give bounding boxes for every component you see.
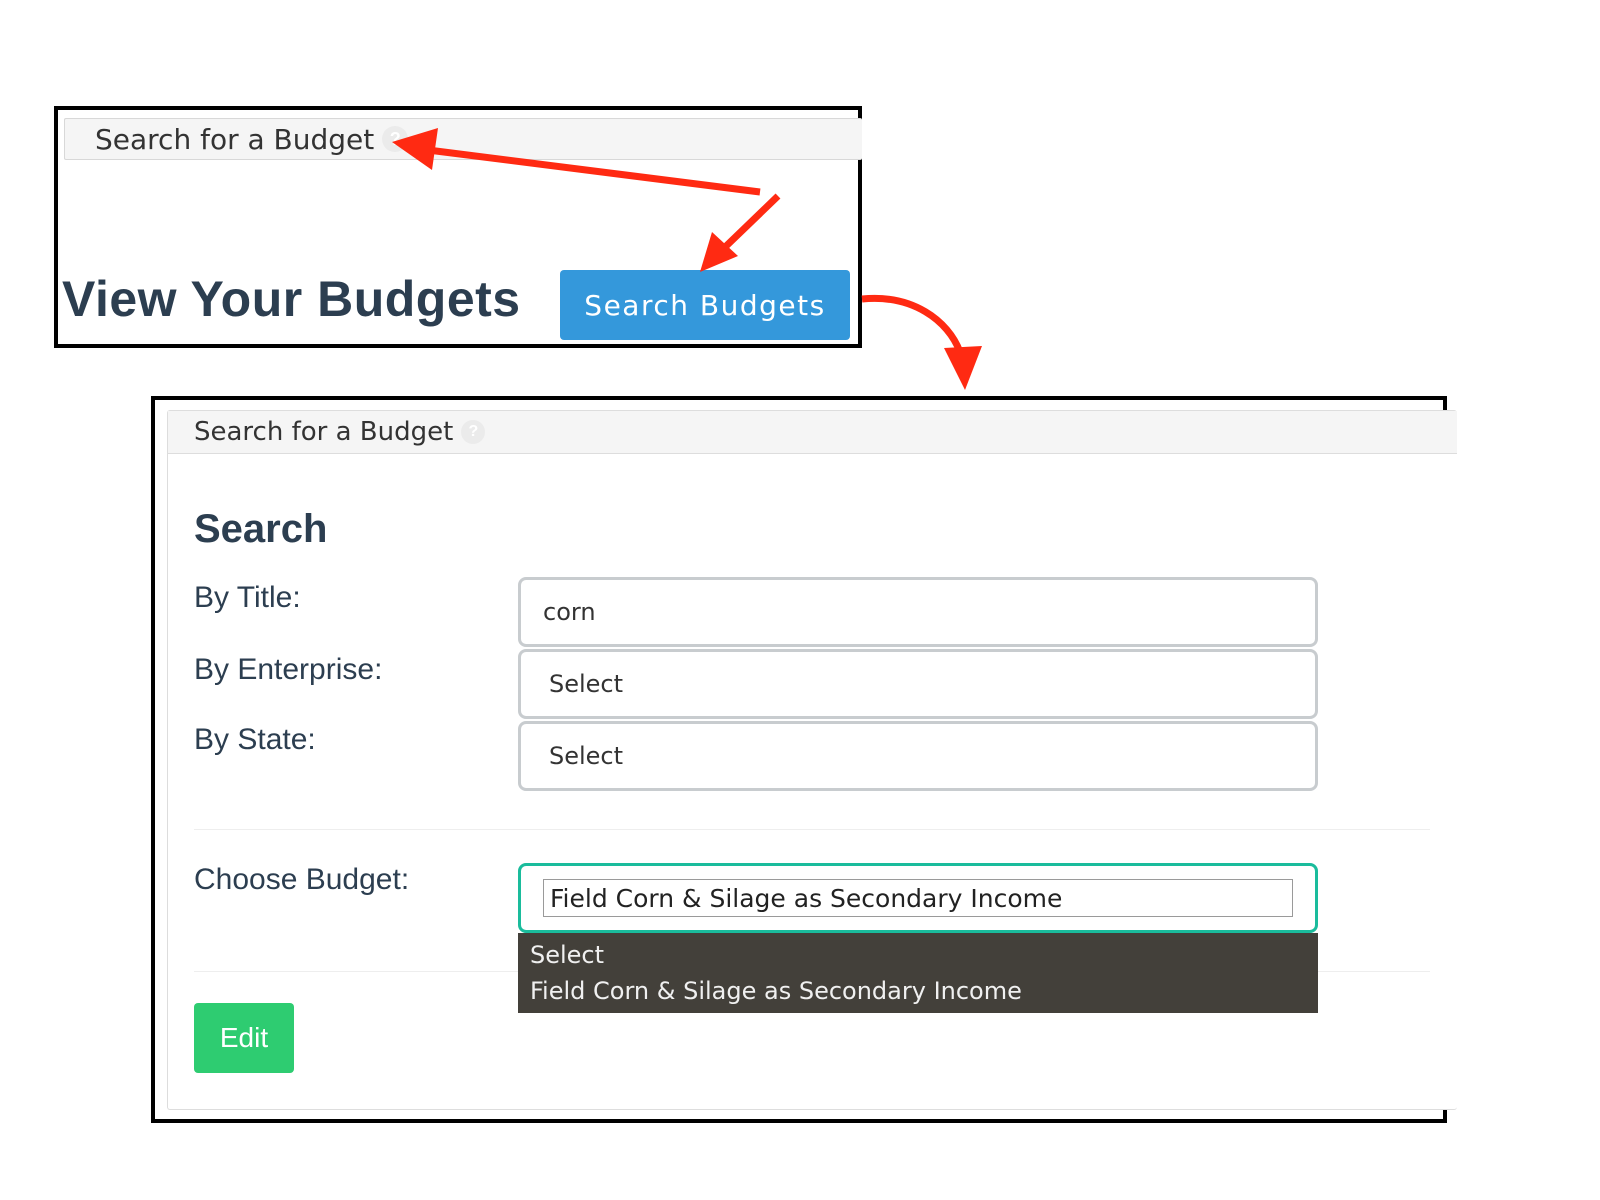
arrow-to-search-panel-icon <box>861 294 982 390</box>
dropdown-option-field-corn[interactable]: Field Corn & Silage as Secondary Income <box>518 973 1318 1009</box>
state-select[interactable]: Select <box>518 721 1318 791</box>
state-select-value: Select <box>549 742 624 770</box>
by-enterprise-label: By Enterprise: <box>194 653 383 686</box>
title-input-value: corn <box>543 598 596 626</box>
question-mark-icon[interactable]: ? <box>382 126 409 152</box>
choose-budget-dropdown-list: Select Field Corn & Silage as Secondary … <box>518 933 1318 1013</box>
title-search-input[interactable]: corn <box>518 577 1318 647</box>
top-panel-header-title: Search for a Budget <box>95 122 375 156</box>
top-screenshot-frame: Search for a Budget ? View Your Budgets … <box>54 106 862 348</box>
form-divider <box>194 829 1430 830</box>
search-budgets-button[interactable]: Search Budgets <box>560 270 850 340</box>
dropdown-option-select[interactable]: Select <box>518 937 1318 973</box>
edit-button[interactable]: Edit <box>194 1003 294 1073</box>
choose-budget-selected-value: Field Corn & Silage as Secondary Income <box>543 879 1293 917</box>
view-budgets-title: View Your Budgets <box>62 271 521 327</box>
search-panel-header[interactable]: Search for a Budget ? <box>168 411 1457 454</box>
by-state-label: By State: <box>194 723 316 756</box>
search-panel-header-title: Search for a Budget <box>194 417 454 447</box>
enterprise-select[interactable]: Select <box>518 649 1318 719</box>
question-mark-icon[interactable]: ? <box>461 420 486 444</box>
bottom-screenshot-frame: Search for a Budget ? Search By Title: c… <box>151 396 1457 1123</box>
choose-budget-label: Choose Budget: <box>194 863 410 896</box>
enterprise-select-value: Select <box>549 670 624 698</box>
search-heading: Search <box>194 507 328 551</box>
top-panel-header[interactable]: Search for a Budget ? <box>64 118 862 160</box>
choose-budget-select[interactable]: Field Corn & Silage as Secondary Income <box>518 863 1318 933</box>
by-title-label: By Title: <box>194 581 301 614</box>
search-panel: Search for a Budget ? Search By Title: c… <box>167 410 1457 1110</box>
